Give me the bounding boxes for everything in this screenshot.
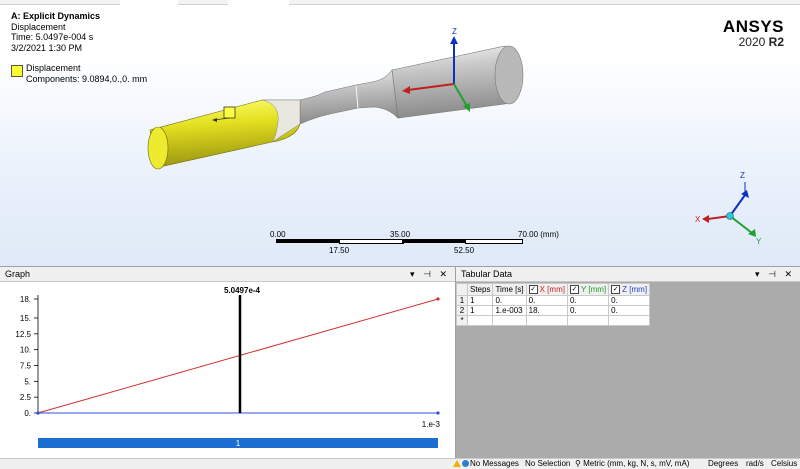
table-row[interactable]: 2 1 1.e-003 18. 0. 0. [456,305,651,316]
status-bar: No Messages No Selection ⚲ Metric (mm, k… [0,458,800,469]
x-end-label: 1.e-3 [422,420,441,429]
scale-segment [402,239,465,243]
column-visibility-checkbox[interactable]: ✓ [611,285,621,295]
table-cell[interactable] [466,315,494,326]
left-grip-end [147,126,169,170]
scale-label-70: 70.00 (mm) [518,230,559,239]
table-cell[interactable] [566,315,610,326]
geometry-viewport[interactable]: A: Explicit Dynamics Displacement Time: … [0,0,800,266]
row-number[interactable]: * [456,315,468,326]
table-cell[interactable]: 1 [466,305,494,316]
pin-icon[interactable]: ⊣ [768,269,779,279]
gauge-section [299,69,399,125]
triad-z-label: Z [740,171,745,180]
triad-z-axis [729,194,746,217]
tabular-header-row: Steps Time [s] ✓ X [mm] ✓ Y [mm] ✓ Z [mm] [456,283,651,296]
series-point [436,297,440,301]
local-z-label: Z [452,27,457,36]
corner-cell[interactable] [456,283,468,296]
y-tick-label: 5. [24,377,31,386]
y-tick-label: 15. [20,314,31,323]
units-icon: ⚲ [575,459,581,468]
table-cell[interactable] [525,315,568,326]
table-cell[interactable]: 18. [525,305,568,316]
scale-label-0: 0.00 [270,230,286,239]
table-row[interactable]: 1 1 0. 0. 0. 0. [456,295,651,306]
table-cell[interactable]: 0. [608,305,651,316]
local-z-arrow [450,36,458,44]
table-cell[interactable]: 0. [566,305,610,316]
scale-segment [276,239,339,243]
pane-menu-icon[interactable]: ▾ [410,269,418,279]
pane-menu-icon[interactable]: ▾ [755,269,763,279]
specimen-model: Z Z X Y [147,27,762,246]
row-number[interactable]: 1 [456,295,468,306]
triad-x-arrow [702,215,709,223]
table-cell[interactable]: 0. [608,295,651,306]
column-visibility-checkbox[interactable]: ✓ [569,285,579,295]
column-header[interactable]: ✓ X [mm] [525,283,568,296]
info-icon [462,460,469,467]
series-line [37,298,439,414]
row-number[interactable]: 2 [456,305,468,316]
warning-icon [453,460,461,467]
series-point [436,411,440,415]
y-tick-label: 18. [20,295,31,304]
y-tick-label: 0. [24,409,31,418]
table-cell[interactable]: 1.e-003 [492,305,527,316]
right-grip-end [494,45,524,105]
y-tick-label: 2.5 [20,393,32,402]
graph-chart[interactable]: 0. 2.5 5. 7.5 10. 12.5 15. 18. 5.0497e-4 1.e-3 1 [0,282,455,459]
column-header[interactable]: Time [s] [492,283,527,296]
close-icon[interactable]: ✕ [784,269,795,279]
y-tick-label: 7.5 [20,362,32,371]
table-cell[interactable] [492,315,527,326]
scale-bar: 0.00 35.00 70.00 (mm) 17.50 52.50 [270,230,572,262]
scale-segment [465,239,523,244]
scale-label-17: 17.50 [329,246,350,255]
graph-pane: Graph ▾ ⊣ ✕ 0. 2.5 5. 7.5 10. 12.5 15. 18. 5.049… [0,266,456,459]
scale-label-35: 35.00 [390,230,411,239]
table-cell[interactable]: 1 [466,295,494,306]
pin-icon[interactable]: ⊣ [423,269,434,279]
triad-y-label: Y [756,237,762,246]
table-cell[interactable]: 0. [492,295,527,306]
column-header[interactable]: ✓ Z [mm] [608,283,651,296]
triad-x-label: X [695,215,701,224]
column-visibility-checkbox[interactable]: ✓ [528,285,538,295]
cursor-label: 5.0497e-4 [224,286,261,295]
scale-segment [339,239,404,244]
graph-header-controls: ▾ ⊣ ✕ [410,267,450,281]
tabular-title: Tabular Data [461,269,513,279]
table-row[interactable]: * [456,315,651,326]
series-point [36,411,40,415]
table-cell[interactable]: 0. [566,295,610,306]
tabular-header: Tabular Data ▾ ⊣ ✕ [456,267,800,282]
displacement-marker [223,106,236,119]
tabular-header-controls: ▾ ⊣ ✕ [755,267,795,281]
graph-header: Graph ▾ ⊣ ✕ [0,267,455,282]
close-icon[interactable]: ✕ [439,269,450,279]
triad-origin [726,212,734,220]
y-tick-label: 12.5 [15,330,31,339]
y-tick-label: 10. [20,346,31,355]
triad-y-axis [729,215,753,234]
graph-title: Graph [5,269,31,279]
tabular-grid[interactable]: Steps Time [s] ✓ X [mm] ✓ Y [mm] ✓ Z [mm] 1 1 0. 0.… [456,283,651,326]
column-header[interactable]: ✓ Y [mm] [566,283,610,296]
scale-label-52: 52.50 [454,246,475,255]
tabular-data-pane: Tabular Data ▾ ⊣ ✕ Steps Time [s] ✓ X [mm] ✓… [456,266,800,459]
table-cell[interactable]: 0. [525,295,568,306]
step-label: 1 [236,439,241,448]
table-cell[interactable] [608,315,651,326]
column-header[interactable]: Steps [466,283,494,296]
